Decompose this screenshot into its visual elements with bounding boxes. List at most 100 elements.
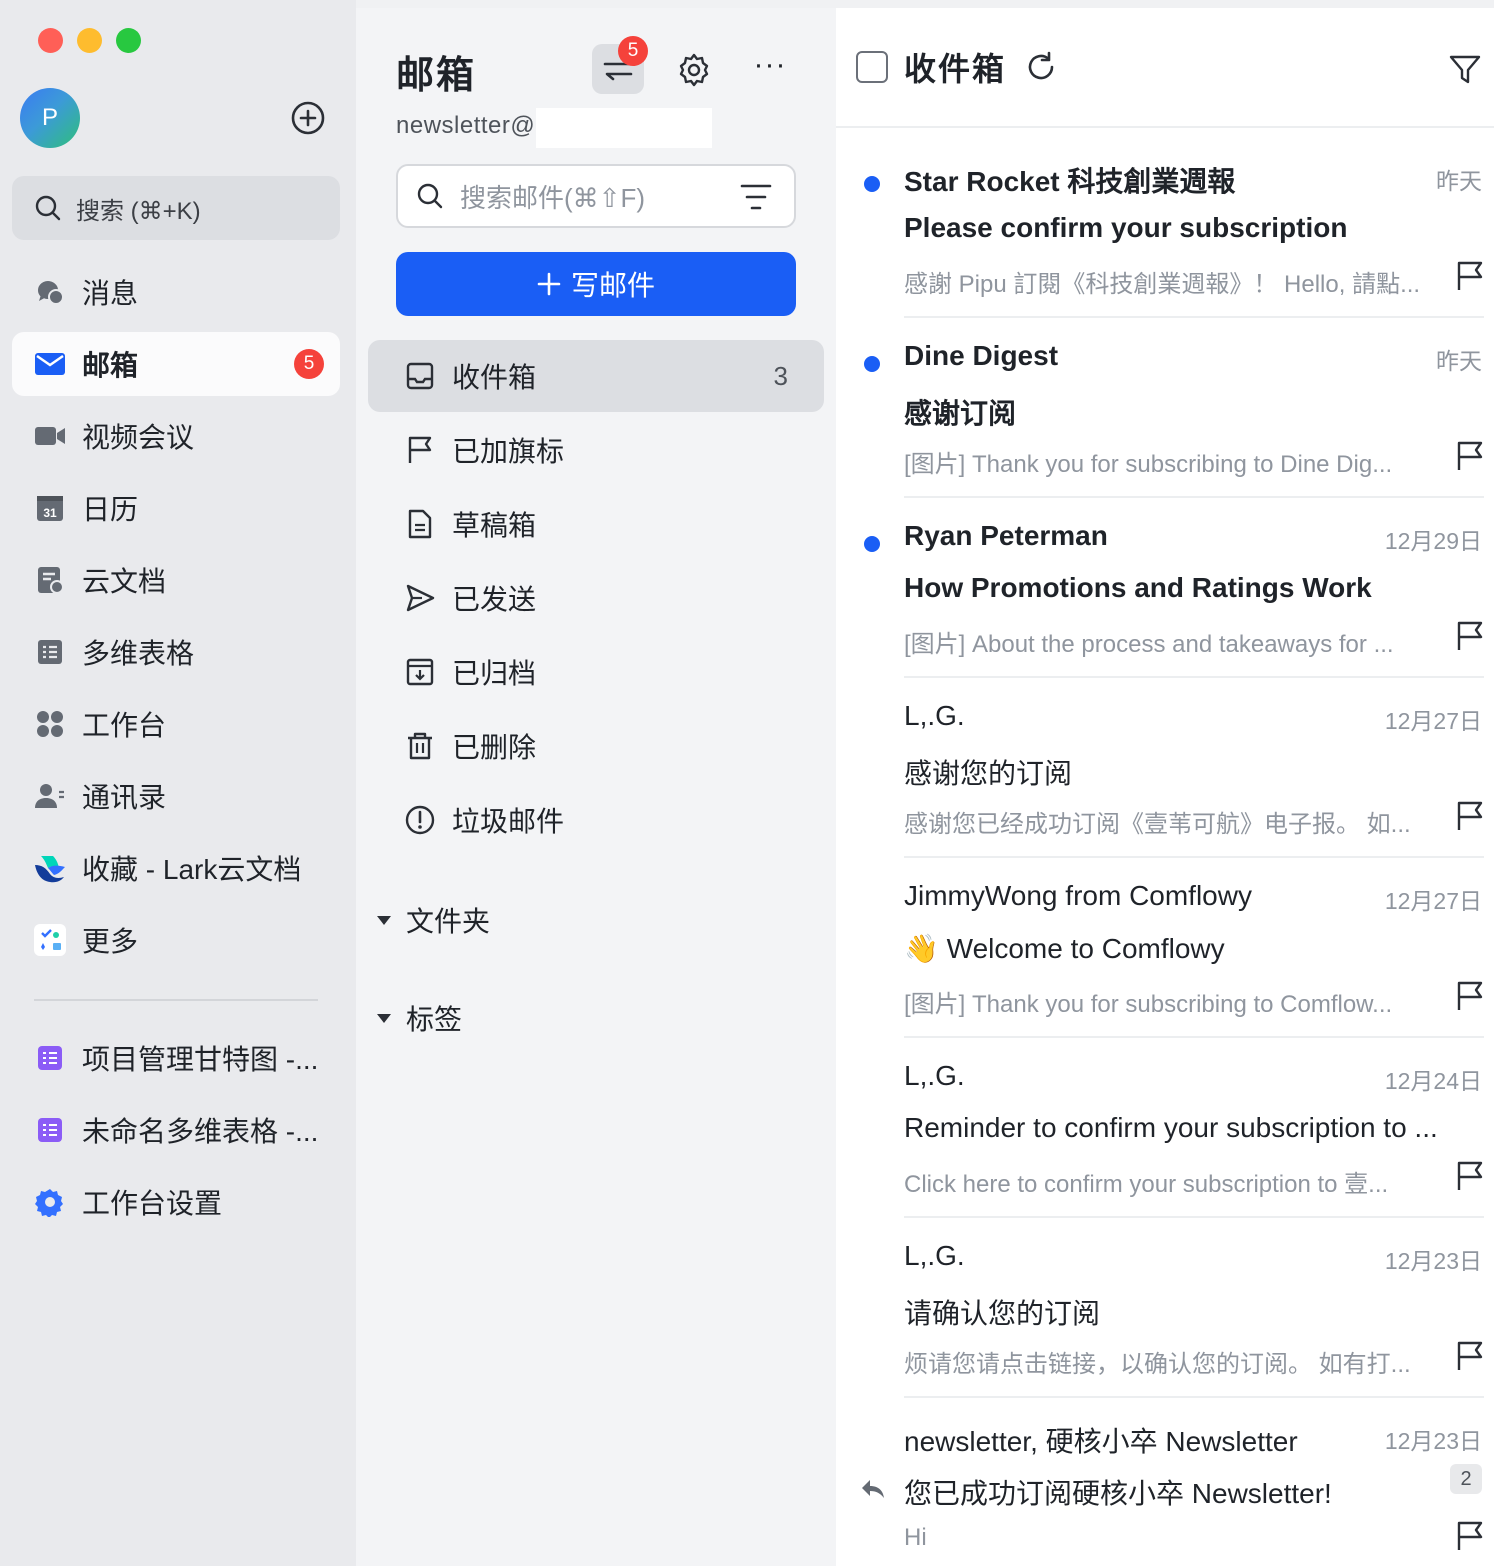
message-date: 昨天 xyxy=(1436,168,1482,194)
replied-arrow-icon xyxy=(862,1480,884,1498)
app-sidebar: P 搜索 (⌘+K) 消息 邮箱 5 视频会议 31 日历 云文档 多维表格 工… xyxy=(0,0,356,1566)
message-row[interactable]: Dine Digest 昨天 感谢订阅 [图片] Thank you for s… xyxy=(836,318,1494,498)
sidebar-item-workplace[interactable]: 工作台 xyxy=(12,692,340,756)
folder-label: 收件箱 xyxy=(452,362,537,393)
zoom-window-button[interactable] xyxy=(116,28,141,53)
flag-icon[interactable] xyxy=(1456,620,1484,652)
folder-deleted[interactable]: 已删除 xyxy=(368,710,824,782)
filter-lines-icon[interactable] xyxy=(740,182,772,212)
compose-button[interactable]: 写邮件 xyxy=(396,252,796,316)
sidebar-item-label: 日历 xyxy=(82,494,139,525)
avatar-letter: P xyxy=(41,104,58,131)
mail-envelope-icon xyxy=(32,346,68,382)
sidebar-item-label: 工作台 xyxy=(82,710,167,741)
labels-group-toggle[interactable]: 标签 xyxy=(376,998,462,1038)
global-search-label: 搜索 (⌘+K) xyxy=(76,197,201,225)
sidebar-item-video-meeting[interactable]: 视频会议 xyxy=(12,404,340,468)
flag-icon[interactable] xyxy=(1456,1340,1484,1372)
folder-flagged[interactable]: 已加旗标 xyxy=(368,414,824,486)
sidebar-nav: 消息 邮箱 5 视频会议 31 日历 云文档 多维表格 工作台 通讯录 收藏 -… xyxy=(12,260,340,980)
mailbox-panel: 邮箱 5 ··· newsletter@ 搜索邮件(⌘⇧F) 写邮件 收件箱 3 xyxy=(356,8,836,1566)
select-all-checkbox[interactable] xyxy=(856,51,888,83)
refresh-icon[interactable] xyxy=(1024,50,1058,84)
more-options-icon[interactable]: ··· xyxy=(750,50,790,90)
message-preview: [图片] Thank you for subscribing to Dine D… xyxy=(904,451,1393,478)
add-icon[interactable] xyxy=(290,100,326,136)
folder-label: 已删除 xyxy=(452,732,537,763)
unread-dot xyxy=(864,176,880,192)
thread-count-badge: 2 xyxy=(1450,1464,1482,1494)
folder-count: 3 xyxy=(773,360,788,391)
message-list-panel: 收件箱 Star Rocket 科技創業週報 昨天 Please confirm… xyxy=(836,8,1494,1566)
pinned-item-untitled-base[interactable]: 未命名多维表格 -... xyxy=(12,1098,340,1162)
message-row[interactable]: JimmyWong from Comflowy 12月27日 👋 Welcome… xyxy=(836,858,1494,1038)
calendar-icon: 31 xyxy=(32,490,68,526)
gear-icon[interactable] xyxy=(674,50,714,90)
message-sender: Dine Digest xyxy=(904,340,1059,371)
lark-logo-icon xyxy=(32,850,68,886)
message-row[interactable]: L,.G. 12月24日 Reminder to confirm your su… xyxy=(836,1038,1494,1218)
global-search-button[interactable]: 搜索 (⌘+K) xyxy=(12,176,340,240)
folder-list: 收件箱 3 已加旗标 草稿箱 已发送 已归档 已删除 垃圾邮件 xyxy=(368,340,824,858)
message-row[interactable]: L,.G. 12月27日 感谢您的订阅 感谢您已经成功订阅《壹苇可航》电子报。 … xyxy=(836,678,1494,858)
message-subject: Reminder to confirm your subscription to… xyxy=(904,1112,1438,1143)
flag-icon[interactable] xyxy=(1456,440,1484,472)
flag-icon[interactable] xyxy=(1456,980,1484,1012)
pinned-item-gantt[interactable]: 项目管理甘特图 -... xyxy=(12,1026,340,1090)
folder-archived[interactable]: 已归档 xyxy=(368,636,824,708)
message-preview: [图片] Thank you for subscribing to Comflo… xyxy=(904,991,1393,1018)
flag-icon[interactable] xyxy=(1456,1520,1484,1552)
filter-funnel-icon[interactable] xyxy=(1448,52,1482,86)
user-avatar[interactable]: P xyxy=(20,88,80,148)
folder-inbox[interactable]: 收件箱 3 xyxy=(368,340,824,412)
workplace-grid-icon xyxy=(32,706,68,742)
sidebar-item-contacts[interactable]: 通讯录 xyxy=(12,764,340,828)
folder-drafts[interactable]: 草稿箱 xyxy=(368,488,824,560)
draft-doc-icon xyxy=(404,508,436,540)
unread-dot xyxy=(864,356,880,372)
send-plane-icon xyxy=(404,582,436,614)
sidebar-item-lark-favorites[interactable]: 收藏 - Lark云文档 xyxy=(12,836,340,900)
plus-icon xyxy=(537,272,561,296)
message-preview: Hi xyxy=(904,1524,927,1551)
sidebar-item-more[interactable]: 更多 xyxy=(12,908,340,972)
chat-bubbles-icon xyxy=(32,274,68,310)
message-date: 12月24日 xyxy=(1384,1068,1482,1094)
sidebar-item-calendar[interactable]: 31 日历 xyxy=(12,476,340,540)
message-preview: Click here to confirm your subscription … xyxy=(904,1171,1389,1198)
minimize-window-button[interactable] xyxy=(77,28,102,53)
sidebar-item-messages[interactable]: 消息 xyxy=(12,260,340,324)
message-row[interactable]: Star Rocket 科技創業週報 昨天 Please confirm you… xyxy=(836,138,1494,318)
message-row[interactable]: newsletter, 硬核小卒 Newsletter 12月23日 您已成功订… xyxy=(836,1398,1494,1566)
window-controls xyxy=(38,28,141,53)
message-subject: 请确认您的订阅 xyxy=(904,1298,1101,1329)
sidebar-item-base[interactable]: 多维表格 xyxy=(12,620,340,684)
message-subject: 您已成功订阅硬核小卒 Newsletter! xyxy=(904,1478,1332,1509)
sidebar-item-mail[interactable]: 邮箱 5 xyxy=(12,332,340,396)
folder-spam[interactable]: 垃圾邮件 xyxy=(368,784,824,856)
purple-sheet-icon xyxy=(32,1112,68,1148)
mail-search-input[interactable]: 搜索邮件(⌘⇧F) xyxy=(396,164,796,228)
sidebar-item-label: 收藏 - Lark云文档 xyxy=(82,854,302,885)
flag-icon[interactable] xyxy=(1456,800,1484,832)
message-subject: 感谢订阅 xyxy=(904,398,1017,429)
message-subject: Please confirm your subscription xyxy=(904,212,1348,243)
message-row[interactable]: L,.G. 12月23日 请确认您的订阅 烦请您请点击链接，以确认您的订阅。 如… xyxy=(836,1218,1494,1398)
mailbox-title: 邮箱 xyxy=(396,55,477,97)
sidebar-item-cloud-docs[interactable]: 云文档 xyxy=(12,548,340,612)
folder-label: 已加旗标 xyxy=(452,436,565,467)
message-row[interactable]: Ryan Peterman 12月29日 How Promotions and … xyxy=(836,498,1494,678)
message-date: 12月27日 xyxy=(1384,708,1482,734)
flag-icon xyxy=(404,434,436,466)
flag-icon[interactable] xyxy=(1456,260,1484,292)
close-window-button[interactable] xyxy=(38,28,63,53)
flag-icon[interactable] xyxy=(1456,1160,1484,1192)
pinned-item-label: 工作台设置 xyxy=(82,1188,223,1219)
pinned-item-workplace-settings[interactable]: 工作台设置 xyxy=(12,1170,340,1234)
message-date: 12月29日 xyxy=(1384,528,1482,554)
folders-group-toggle[interactable]: 文件夹 xyxy=(376,900,490,940)
message-sender: Star Rocket 科技創業週報 xyxy=(904,166,1236,197)
folder-sent[interactable]: 已发送 xyxy=(368,562,824,634)
caret-down-icon xyxy=(377,916,391,925)
blue-gear-icon xyxy=(32,1184,68,1220)
